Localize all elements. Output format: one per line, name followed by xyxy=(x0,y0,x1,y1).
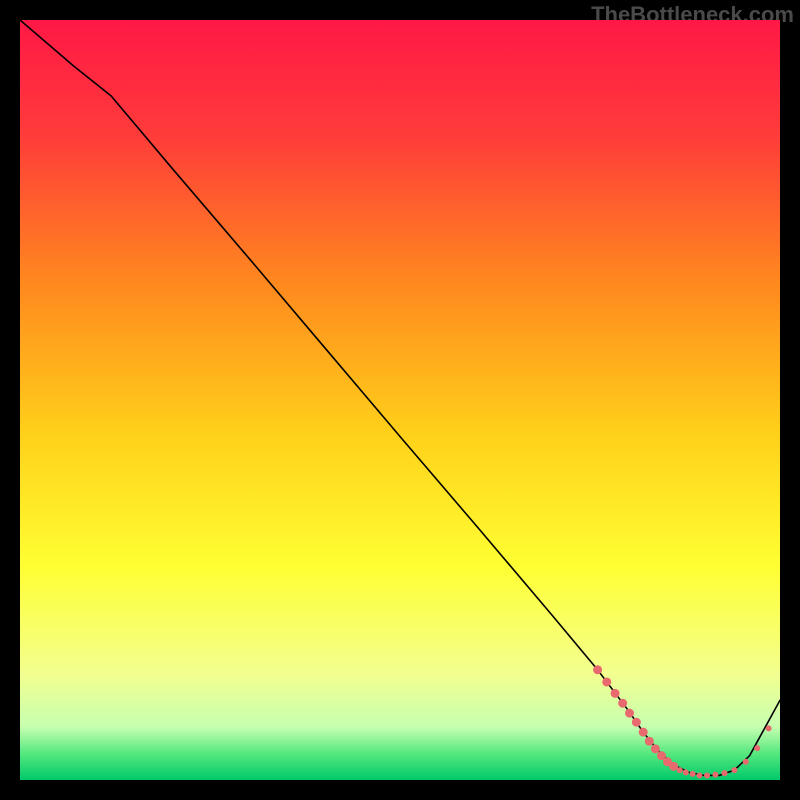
curve-marker xyxy=(766,725,772,731)
curve-marker xyxy=(645,737,654,746)
curve-marker xyxy=(754,745,760,751)
chart-svg xyxy=(20,20,780,780)
curve-marker xyxy=(651,744,660,753)
curve-marker xyxy=(602,677,611,686)
curve-marker xyxy=(639,728,648,737)
curve-marker xyxy=(593,665,602,674)
curve-marker xyxy=(690,771,696,777)
curve-marker xyxy=(743,759,749,765)
plot-area xyxy=(20,20,780,780)
curve-marker xyxy=(722,770,728,776)
curve-marker xyxy=(731,767,737,773)
curve-marker xyxy=(611,689,620,698)
curve-marker xyxy=(625,709,634,718)
curve-marker xyxy=(677,767,683,773)
chart-frame: TheBottleneck.com xyxy=(0,0,800,800)
gradient-background xyxy=(20,20,780,780)
curve-marker xyxy=(704,772,710,778)
curve-marker xyxy=(683,769,689,775)
curve-marker xyxy=(696,772,702,778)
curve-marker xyxy=(712,772,718,778)
curve-marker xyxy=(618,699,627,708)
curve-marker xyxy=(669,762,678,771)
curve-marker xyxy=(632,718,641,727)
